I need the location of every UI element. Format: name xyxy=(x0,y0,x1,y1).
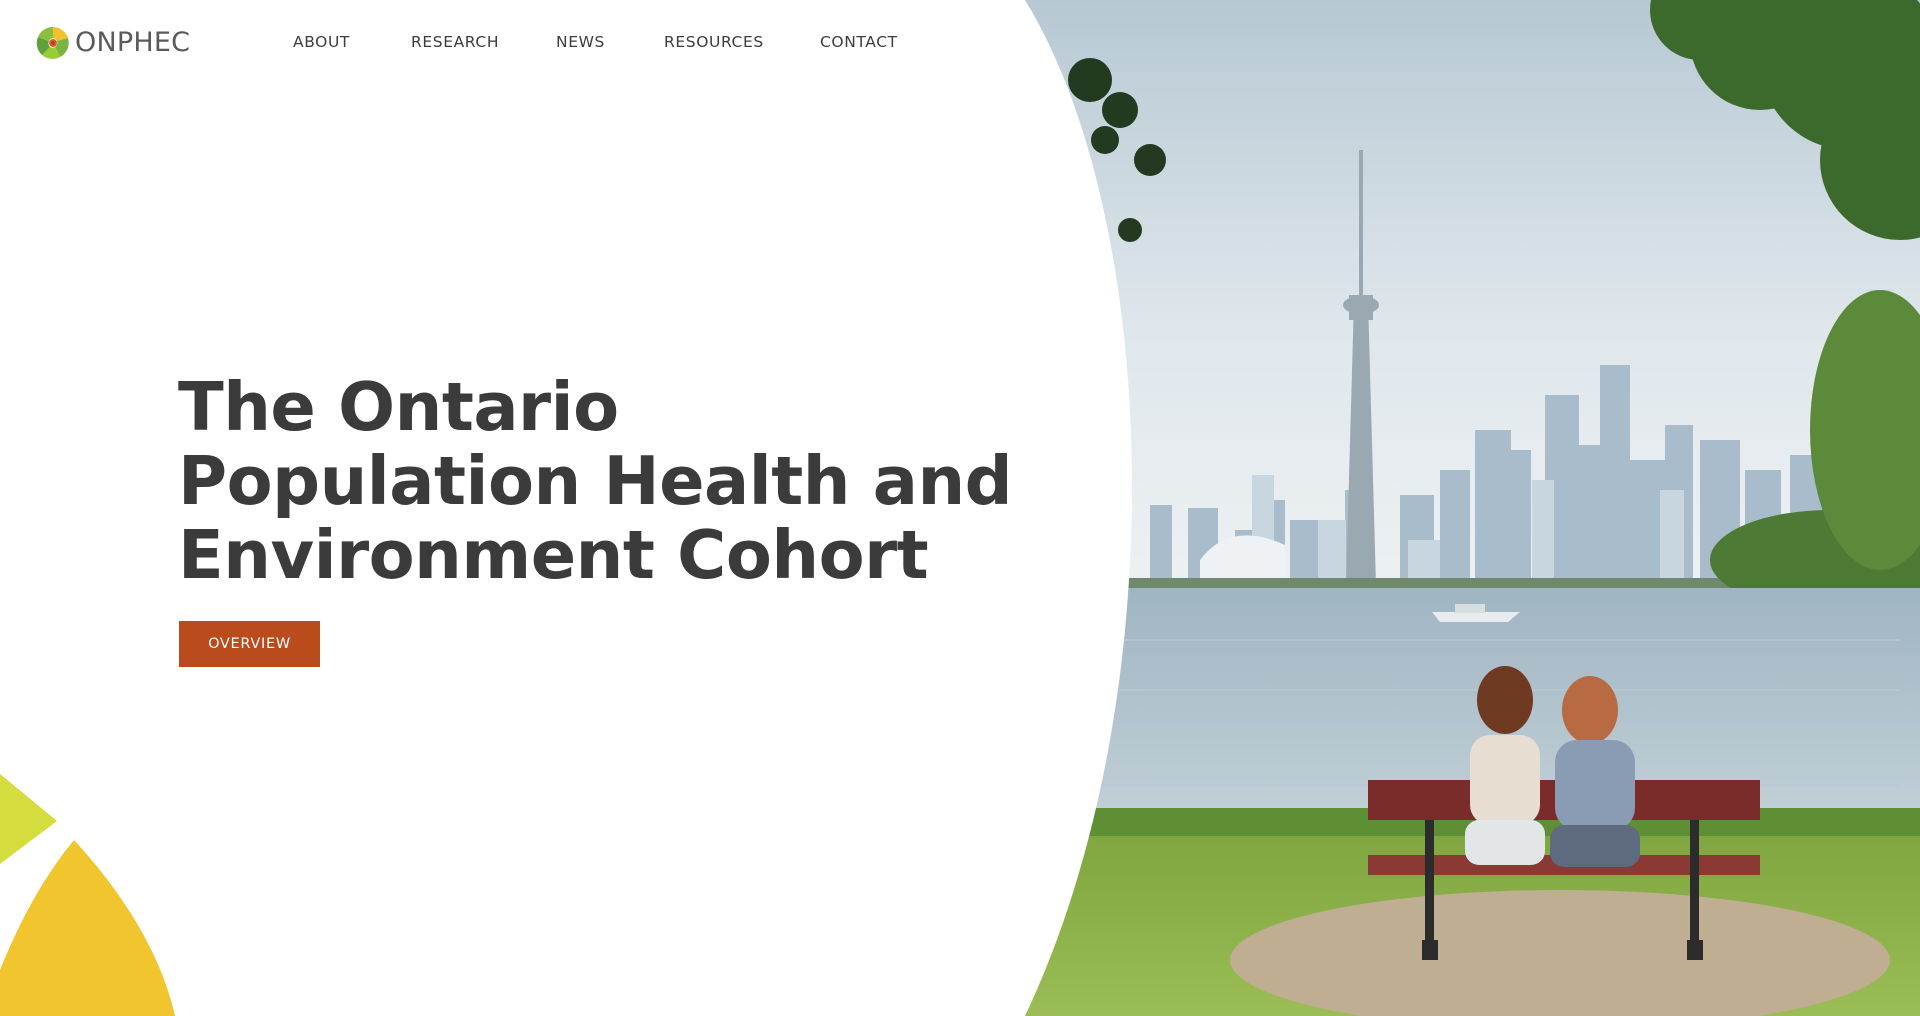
site-header: ONPHEC ABOUT RESEARCH NEWS RESOURCES CON… xyxy=(0,0,1000,90)
hero-title-line-3: Environment Cohort xyxy=(178,516,929,594)
hero-title: The Ontario Population Health and Enviro… xyxy=(178,368,1013,594)
yellow-leaf-shape xyxy=(0,840,175,1016)
nav-research[interactable]: RESEARCH xyxy=(411,33,499,51)
decorative-leaves xyxy=(0,774,175,1016)
onphec-logo-icon xyxy=(36,26,69,59)
nav-resources[interactable]: RESOURCES xyxy=(664,33,764,51)
lime-leaf-shape xyxy=(0,774,57,864)
nav-about[interactable]: ABOUT xyxy=(293,33,350,51)
nav-contact[interactable]: CONTACT xyxy=(820,33,898,51)
nav-news[interactable]: NEWS xyxy=(556,33,605,51)
hero-title-line-2: Population Health and xyxy=(178,442,1013,520)
site-logo[interactable]: ONPHEC xyxy=(36,26,190,60)
overview-button[interactable]: OVERVIEW xyxy=(179,621,320,667)
hero-title-line-1: The Ontario xyxy=(178,368,619,446)
logo-wordmark: ONPHEC xyxy=(75,27,191,58)
